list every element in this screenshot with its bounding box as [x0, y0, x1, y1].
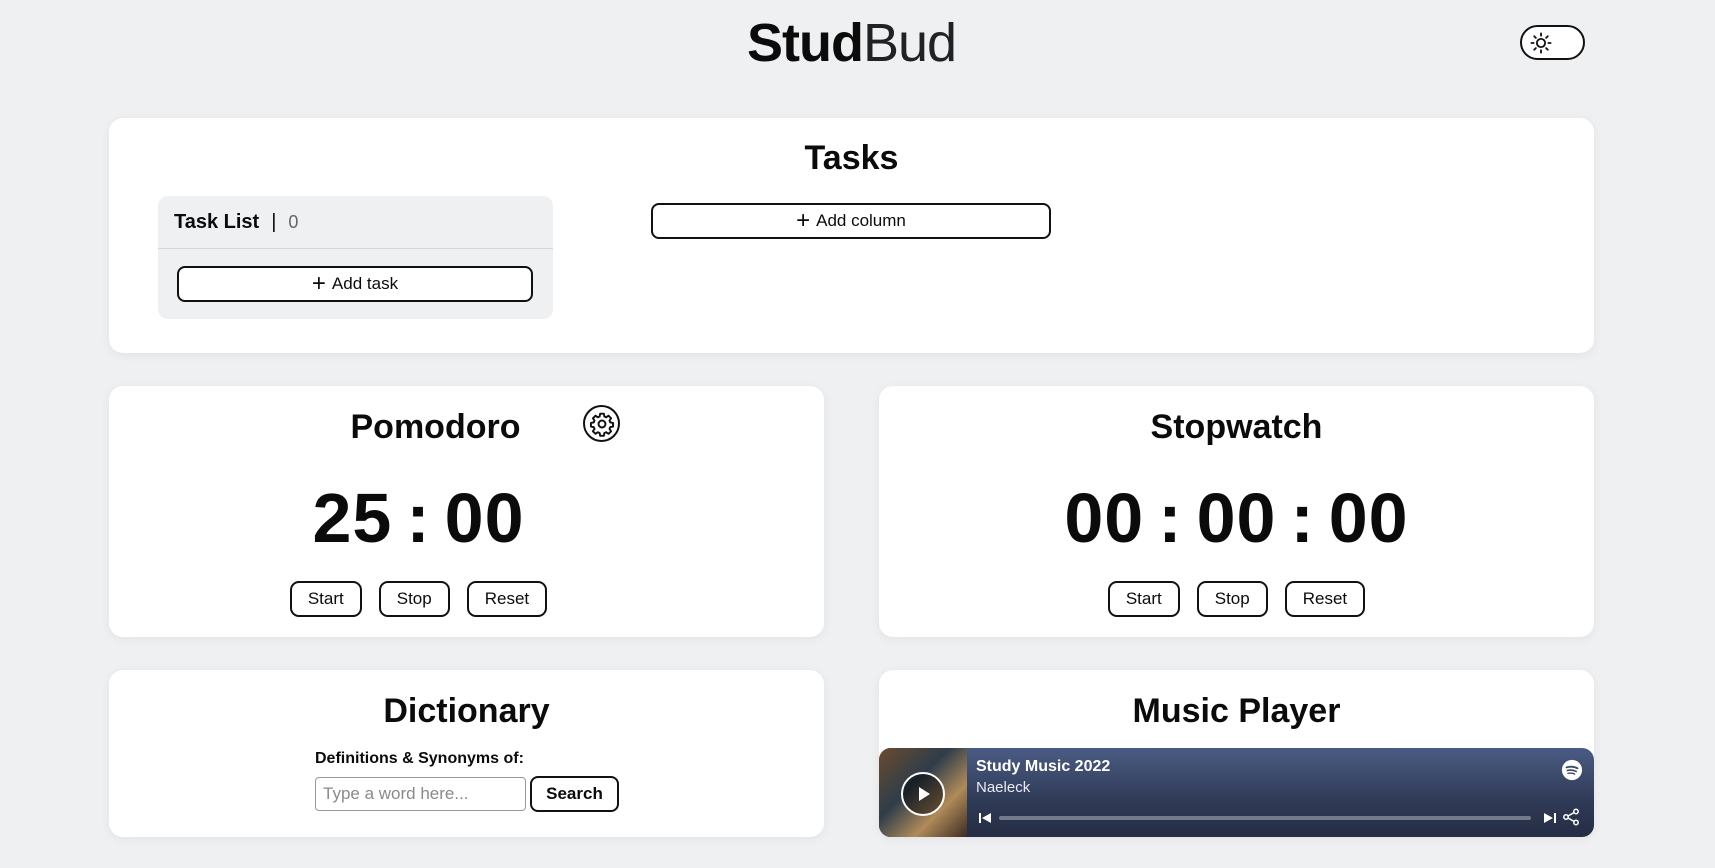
stopwatch-title: Stopwatch [1150, 408, 1323, 446]
track-title[interactable]: Study Music 2022 [976, 758, 1110, 776]
stopwatch-minutes: 00 [1196, 479, 1277, 557]
pomodoro-stop-button[interactable]: Stop [378, 581, 450, 617]
task-count: 0 [288, 211, 299, 232]
music-player-card: Music Player Study Music 2022 Naeleck [879, 670, 1594, 837]
task-list-header: Task List | 0 [158, 196, 553, 249]
stopwatch-reset-button[interactable]: Reset [1284, 581, 1366, 617]
task-list-name: Task List [174, 210, 260, 233]
playback-progress-bar[interactable] [999, 816, 1531, 820]
share-button[interactable] [1562, 808, 1580, 831]
task-list-column: Task List | 0 + Add task [158, 196, 553, 319]
dictionary-search-button[interactable]: Search [530, 776, 619, 812]
pomodoro-start-button[interactable]: Start [289, 581, 362, 617]
dictionary-card: Dictionary Definitions & Synonyms of: Se… [109, 670, 824, 837]
music-player-title: Music Player [1132, 692, 1341, 730]
track-artist[interactable]: Naeleck [976, 779, 1030, 796]
spotify-embed: Study Music 2022 Naeleck [879, 748, 1594, 837]
pomodoro-minutes: 25 [312, 479, 393, 557]
app-logo: StudBud [0, 10, 1703, 76]
stopwatch-stop-button[interactable]: Stop [1196, 581, 1268, 617]
dictionary-title: Dictionary [383, 692, 550, 730]
pomodoro-controls: Start Stop Reset [109, 581, 824, 617]
next-track-button[interactable] [1543, 811, 1557, 830]
skip-back-icon [979, 813, 991, 823]
timer-colon: : [406, 479, 431, 557]
timer-colon: : [1290, 479, 1315, 557]
plus-icon: + [311, 270, 326, 297]
stopwatch-seconds: 00 [1328, 479, 1409, 557]
stopwatch-card: Stopwatch 00 : 00 : 00 Start Stop Reset [879, 386, 1594, 637]
add-task-label: Add task [331, 274, 399, 293]
tasks-title: Tasks [804, 139, 899, 177]
play-button[interactable] [901, 772, 945, 816]
dictionary-search-input[interactable] [315, 777, 526, 811]
stopwatch-hours: 00 [1064, 479, 1145, 557]
timer-colon: : [1158, 479, 1183, 557]
add-column-label: Add column [816, 211, 906, 230]
pomodoro-card: Pomodoro 25 : 00 Start Stop Reset [109, 386, 824, 637]
sun-icon [1530, 31, 1552, 54]
play-icon [919, 787, 930, 801]
theme-toggle[interactable] [1520, 25, 1585, 60]
logo-light-text: Bud [862, 13, 957, 73]
spotify-icon[interactable] [1561, 759, 1583, 786]
pomodoro-seconds: 00 [444, 479, 525, 557]
dictionary-label: Definitions & Synonyms of: [315, 750, 524, 767]
plus-icon: + [796, 207, 811, 234]
stopwatch-controls: Start Stop Reset [879, 581, 1594, 617]
tasks-card: Tasks Task List | 0 + Add task + Add col… [109, 118, 1594, 353]
skip-forward-icon [1544, 813, 1556, 823]
pomodoro-timer-display: 25 : 00 [109, 478, 824, 558]
pomodoro-title: Pomodoro [350, 408, 521, 446]
gear-icon [589, 412, 614, 437]
pomodoro-reset-button[interactable]: Reset [466, 581, 548, 617]
share-icon [1563, 808, 1579, 826]
add-column-button[interactable]: + Add column [651, 203, 1051, 239]
logo-bold-text: Stud [746, 13, 864, 73]
pomodoro-settings-button[interactable] [583, 405, 620, 442]
add-task-button[interactable]: + Add task [177, 266, 533, 302]
stopwatch-start-button[interactable]: Start [1107, 581, 1180, 617]
task-list-separator: | [271, 210, 277, 233]
album-cover [879, 748, 967, 837]
previous-track-button[interactable] [978, 811, 992, 830]
stopwatch-display: 00 : 00 : 00 [879, 478, 1594, 558]
